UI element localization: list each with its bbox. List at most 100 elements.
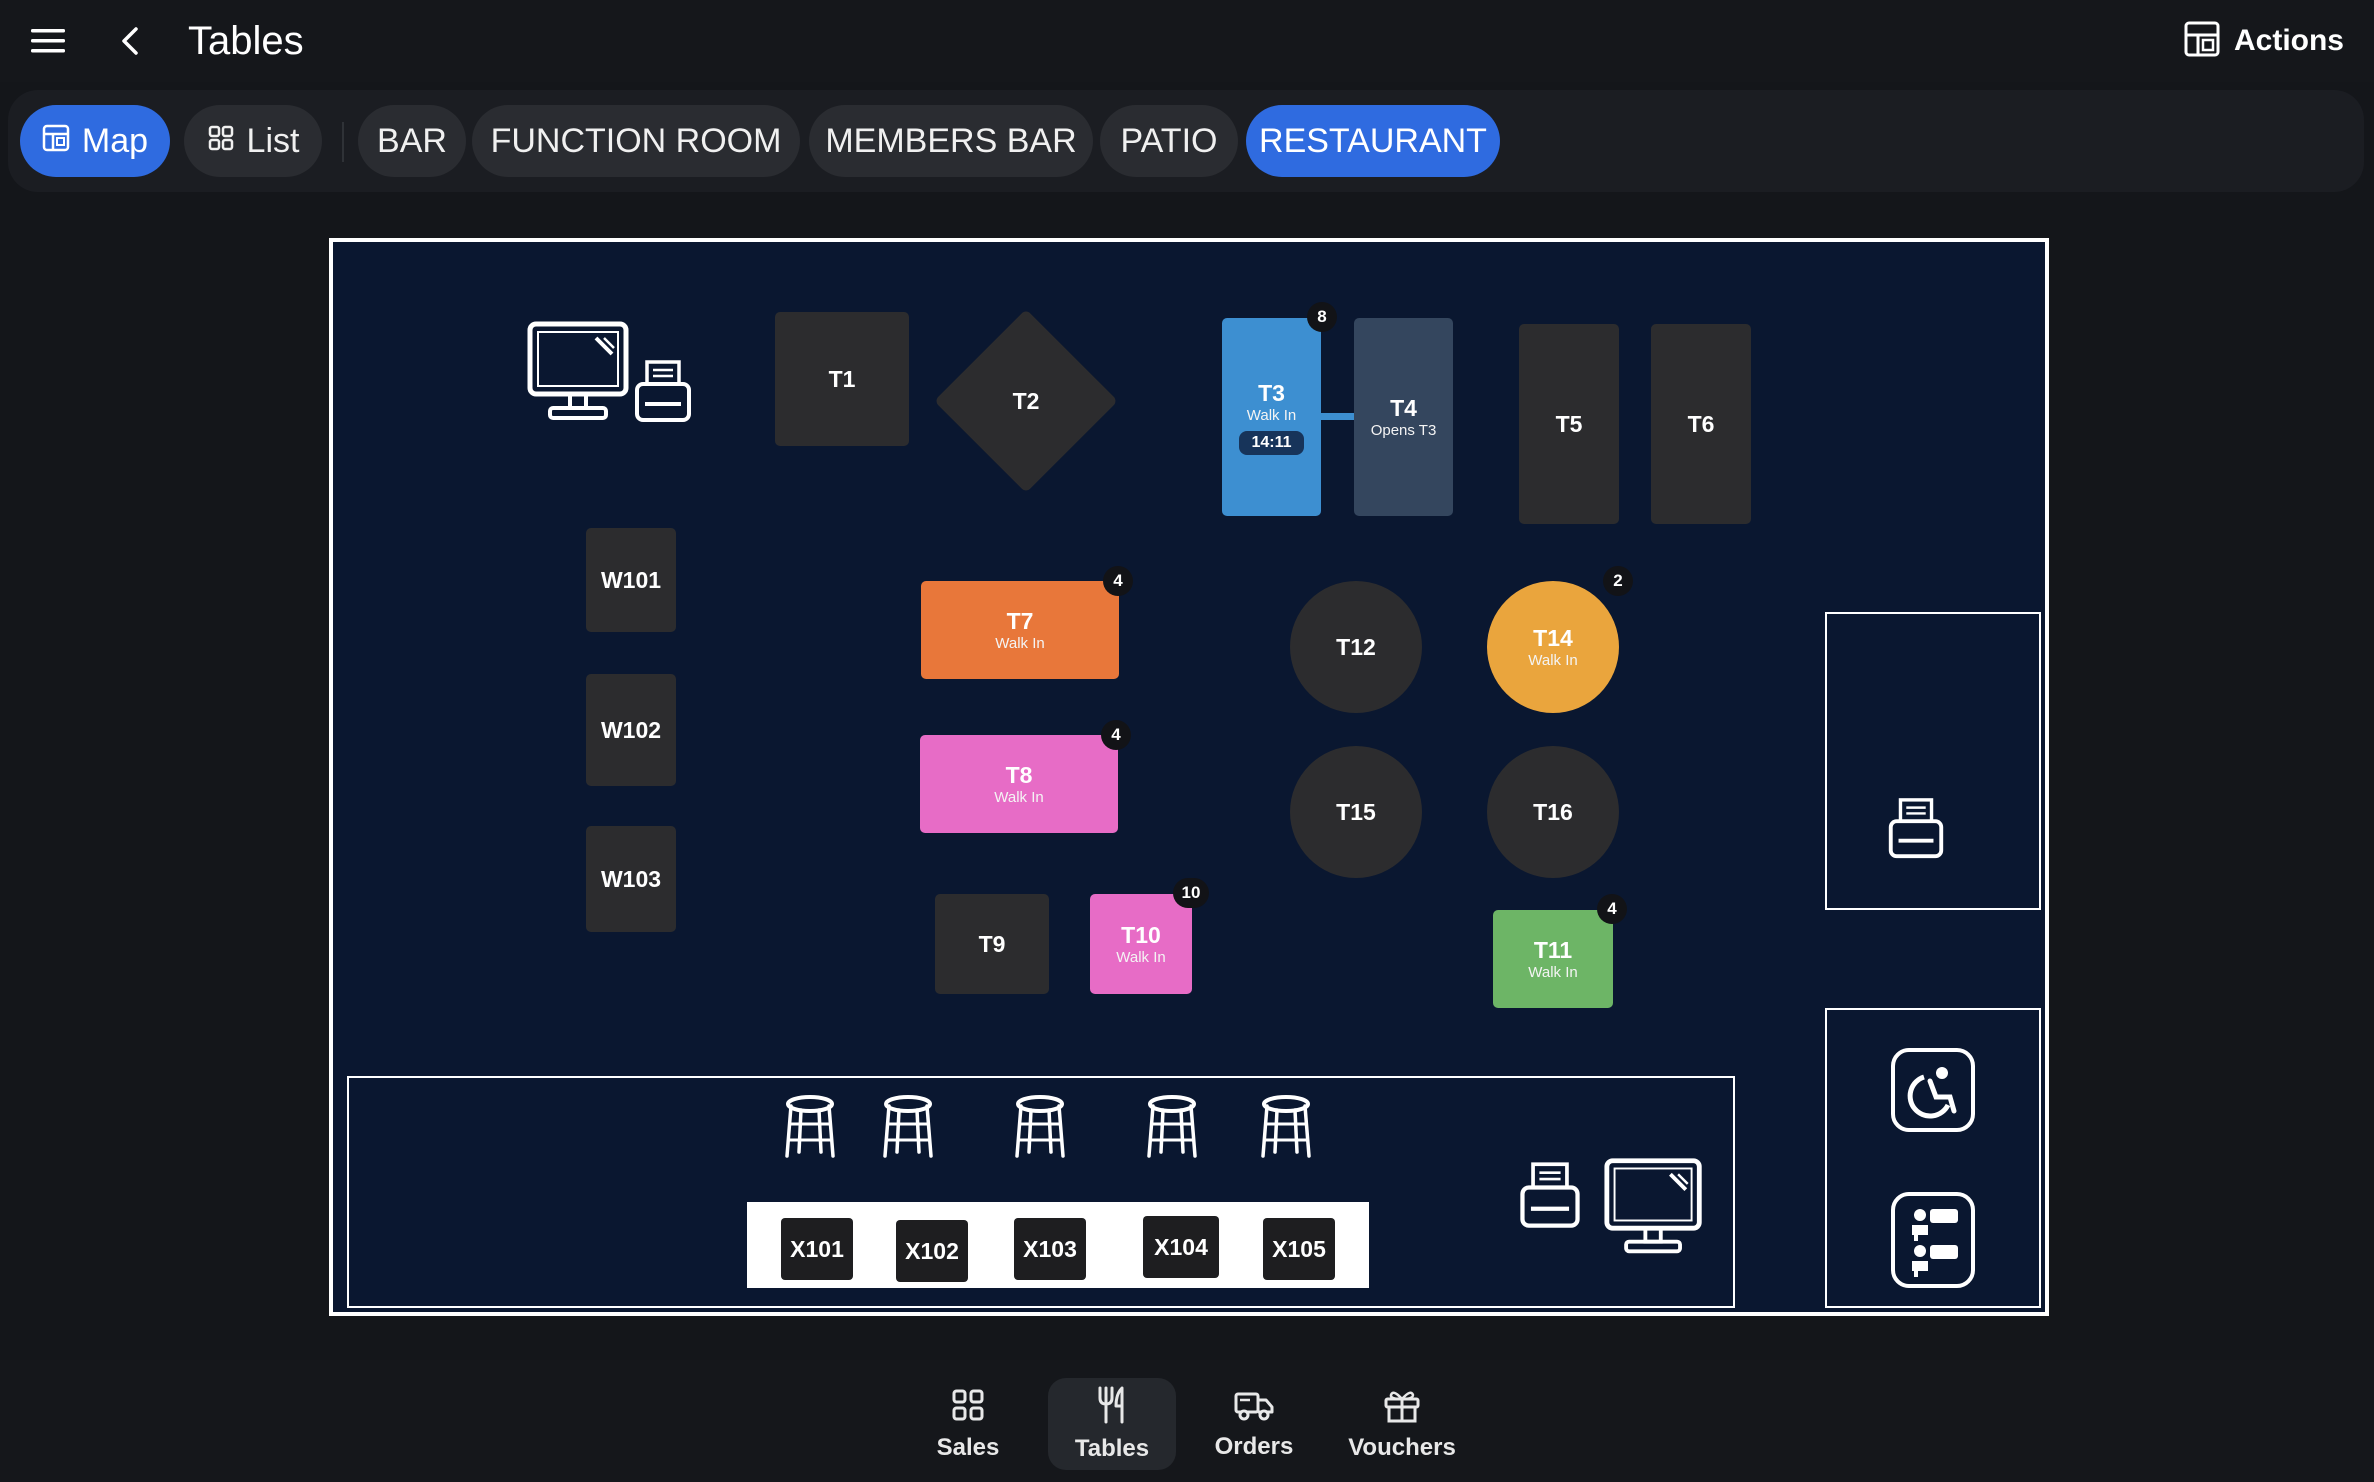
table-w101-name: W101 [600, 567, 662, 593]
table-t11-status: Walk In [1528, 963, 1578, 981]
bar-stool-icon [1007, 1094, 1073, 1160]
table-t11[interactable]: T11 Walk In [1493, 910, 1613, 1008]
top-bar: Tables Actions [0, 0, 2374, 82]
table-t8-covers-badge: 4 [1101, 720, 1131, 750]
table-t5-name: T5 [1555, 411, 1583, 437]
layout-icon [2184, 21, 2220, 62]
table-t12[interactable]: T12 [1290, 581, 1422, 713]
table-w103-name: W103 [600, 866, 662, 892]
grid-icon [207, 122, 235, 161]
table-x103[interactable]: X103 [1014, 1218, 1086, 1280]
table-t3-covers-badge: 8 [1307, 302, 1337, 332]
table-t15-name: T15 [1336, 799, 1376, 825]
table-join-link [1318, 413, 1358, 420]
nav-vouchers-label: Vouchers [1348, 1433, 1456, 1461]
table-t14-status: Walk In [1528, 651, 1578, 669]
map-icon [42, 122, 70, 161]
nav-sales[interactable]: Sales [910, 1378, 1026, 1470]
service-station-zone [1825, 612, 2041, 910]
table-t3-status: Walk In [1246, 406, 1297, 424]
computer-monitor-icon [525, 320, 635, 424]
nav-tables[interactable]: Tables [1048, 1378, 1176, 1470]
floor-plan: T1 T2 T3 Walk In 14:11 8 T4 Opens T3 T5 … [329, 238, 2049, 1316]
list-label: List [246, 121, 300, 160]
area-chip-bar[interactable]: BAR [358, 105, 466, 177]
table-t9-name: T9 [978, 931, 1006, 957]
table-w101[interactable]: W101 [586, 528, 676, 632]
table-t4[interactable]: T4 Opens T3 [1354, 318, 1453, 516]
table-t10-covers-badge: 10 [1173, 878, 1209, 908]
table-w103[interactable]: W103 [586, 826, 676, 932]
gift-icon [1383, 1387, 1421, 1428]
receipt-printer-icon [1881, 796, 1951, 862]
table-t3-time: 14:11 [1239, 430, 1304, 455]
table-t16-name: T16 [1533, 799, 1573, 825]
table-t1[interactable]: T1 [775, 312, 909, 446]
nav-sales-label: Sales [936, 1433, 1000, 1461]
grid-icon [950, 1387, 986, 1428]
table-t10-status: Walk In [1116, 948, 1166, 966]
table-t3[interactable]: T3 Walk In 14:11 [1222, 318, 1321, 516]
table-t5[interactable]: T5 [1519, 324, 1619, 524]
filter-bar: Map List BAR FUNCTION ROOM MEMBERS BAR P… [8, 90, 2364, 192]
table-t11-covers-badge: 4 [1597, 894, 1627, 924]
table-t14-name: T14 [1533, 624, 1573, 651]
table-t9[interactable]: T9 [935, 894, 1049, 994]
table-t7-status: Walk In [995, 634, 1045, 652]
bottom-nav: Sales Tables Orders Vouchers [0, 1360, 2374, 1482]
nav-vouchers[interactable]: Vouchers [1334, 1378, 1470, 1470]
table-t14[interactable]: T14 Walk In [1487, 581, 1619, 713]
table-t16[interactable]: T16 [1487, 746, 1619, 878]
view-toggle-map[interactable]: Map [20, 105, 170, 177]
nav-orders-label: Orders [1214, 1432, 1294, 1460]
view-toggle-list[interactable]: List [184, 105, 322, 177]
table-t15[interactable]: T15 [1290, 746, 1422, 878]
accessible-toilet-icon [1891, 1048, 1975, 1132]
table-t8[interactable]: T8 Walk In [920, 735, 1118, 833]
table-x105[interactable]: X105 [1263, 1218, 1335, 1280]
table-t6[interactable]: T6 [1651, 324, 1751, 524]
table-x102[interactable]: X102 [896, 1220, 968, 1282]
table-t10[interactable]: T10 Walk In [1090, 894, 1192, 994]
back-arrow-icon[interactable] [104, 18, 156, 64]
area-chip-patio[interactable]: PATIO [1100, 105, 1238, 177]
table-t8-name: T8 [1005, 761, 1033, 788]
filter-divider [342, 122, 344, 162]
table-t12-name: T12 [1336, 634, 1376, 660]
table-t1-name: T1 [828, 366, 856, 392]
nav-tables-label: Tables [1074, 1434, 1150, 1462]
area-chip-restaurant[interactable]: RESTAURANT [1246, 105, 1500, 177]
receipt-printer-icon [633, 358, 693, 426]
area-chip-members-bar[interactable]: MEMBERS BAR [809, 105, 1093, 177]
page-title: Tables [188, 19, 304, 63]
table-x101[interactable]: X101 [781, 1218, 853, 1280]
table-t4-name: T4 [1390, 394, 1417, 421]
table-t10-name: T10 [1121, 921, 1161, 948]
table-t3-name: T3 [1258, 379, 1285, 406]
computer-monitor-icon [1603, 1156, 1707, 1258]
area-chip-function-room[interactable]: FUNCTION ROOM [472, 105, 800, 177]
table-t6-name: T6 [1687, 411, 1715, 437]
table-t11-name: T11 [1533, 936, 1573, 963]
table-t7-covers-badge: 4 [1103, 566, 1133, 596]
cutlery-icon [1094, 1386, 1130, 1429]
delivery-truck-icon [1234, 1388, 1274, 1427]
map-label: Map [81, 121, 149, 160]
actions-label: Actions [2233, 24, 2344, 57]
bar-stool-icon [1253, 1094, 1319, 1160]
table-w102-name: W102 [600, 717, 662, 743]
receipt-printer-icon [1517, 1160, 1583, 1232]
table-x104[interactable]: X104 [1143, 1216, 1219, 1278]
table-t8-status: Walk In [994, 788, 1044, 806]
actions-button[interactable]: Actions [2174, 14, 2354, 68]
table-t7-name: T7 [1006, 607, 1034, 634]
table-t14-covers-badge: 2 [1603, 566, 1633, 596]
nav-orders[interactable]: Orders [1196, 1378, 1312, 1470]
table-t4-note: Opens T3 [1370, 421, 1437, 439]
bar-stool-icon [1139, 1094, 1205, 1160]
table-w102[interactable]: W102 [586, 674, 676, 786]
bar-stool-icon [875, 1094, 941, 1160]
table-t7[interactable]: T7 Walk In [921, 581, 1119, 679]
table-t2-name: T2 [1012, 387, 1040, 414]
menu-icon[interactable] [22, 18, 74, 64]
